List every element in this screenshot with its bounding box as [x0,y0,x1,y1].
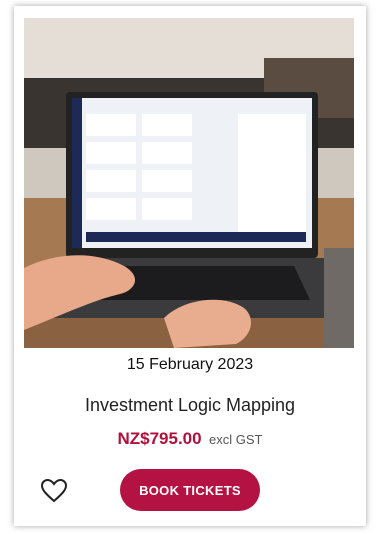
event-card: 15 February 2023 Investment Logic Mappin… [14,6,366,526]
tax-note: excl GST [209,432,263,447]
favorite-button[interactable] [40,478,68,504]
event-price: NZ$795.00 [117,429,202,448]
event-date: 15 February 2023 [126,356,254,373]
price-row: NZ$795.00 excl GST [14,429,366,449]
laptop-photo [24,18,354,348]
event-title[interactable]: Investment Logic Mapping [14,395,366,416]
heart-outline-icon [40,478,68,503]
event-image[interactable] [24,18,354,348]
book-tickets-button[interactable]: BOOK TICKETS [120,469,260,511]
